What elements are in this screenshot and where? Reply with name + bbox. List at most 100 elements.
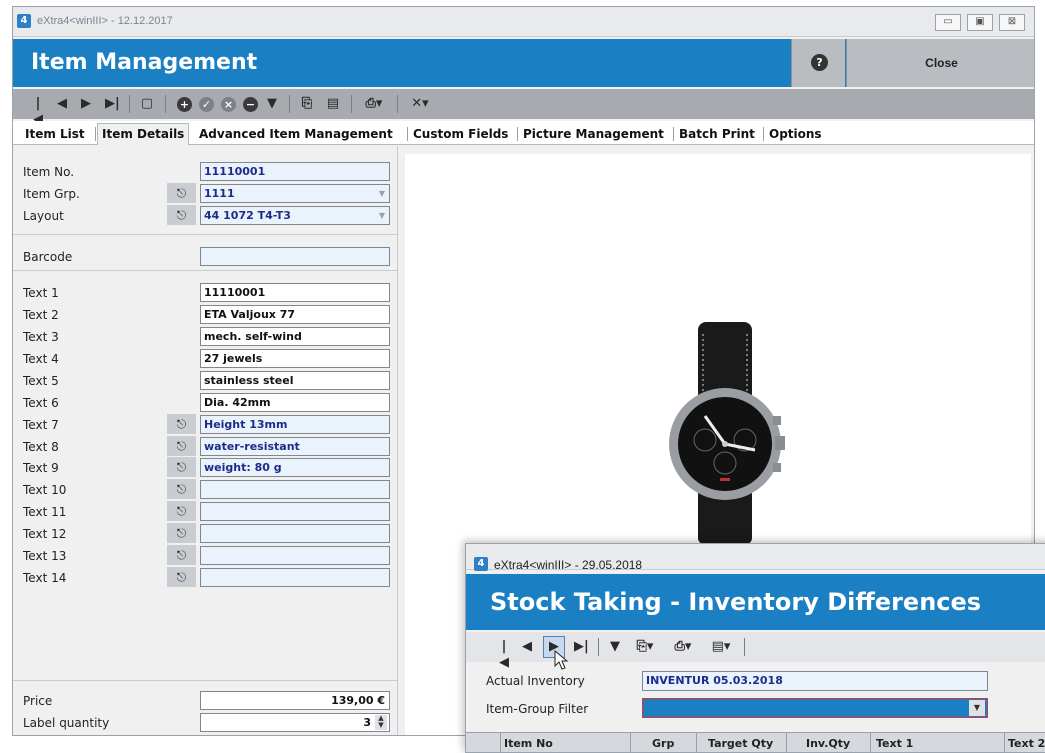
price-label: Price <box>23 694 53 708</box>
mouse-cursor-icon <box>554 650 569 670</box>
text-9-label: Text 9 <box>23 461 59 475</box>
copy-icon[interactable]: ⎘▾ <box>632 639 658 655</box>
last-record-icon[interactable]: ▶| <box>574 639 589 655</box>
delete-icon[interactable]: − <box>243 97 258 112</box>
lookup-icon[interactable]: ⎋ <box>167 414 196 434</box>
layout-label: Layout <box>23 209 64 223</box>
barcode-field[interactable] <box>200 247 390 266</box>
tab-separator <box>517 127 518 141</box>
copy-icon[interactable]: ⎘ <box>299 96 315 112</box>
actual-inventory-field[interactable]: INVENTUR 05.03.2018 <box>642 671 988 691</box>
text-12-field[interactable] <box>200 524 390 543</box>
column-header-inv-qty[interactable]: Inv.Qty <box>806 737 850 750</box>
cancel-icon[interactable]: × <box>221 97 236 112</box>
close-button[interactable]: Close <box>846 39 1034 87</box>
text-14-field[interactable] <box>200 568 390 587</box>
lookup-icon[interactable]: ⎋ <box>167 479 196 499</box>
spinner-arrows-icon[interactable]: ▲ ▼ <box>375 715 387 730</box>
lookup-icon[interactable]: ⎋ <box>167 457 196 477</box>
text-13-label: Text 13 <box>23 549 67 563</box>
filter-icon[interactable]: ▼ <box>265 96 279 112</box>
item-details-panel: Item No. 11110001 Item Grp. ⎋ 1111 ▼ Layo… <box>13 146 398 735</box>
tab-item-details[interactable]: Item Details <box>97 123 190 145</box>
paste-icon[interactable]: ▤ <box>325 96 341 112</box>
toolbar-separator <box>744 638 745 656</box>
text-10-field[interactable] <box>200 480 390 499</box>
lookup-icon[interactable]: ⎋ <box>167 183 196 203</box>
label-quantity-stepper[interactable]: 3 ▲ ▼ <box>200 713 390 732</box>
text-7-field[interactable]: Height 13mm <box>200 415 390 434</box>
item-no-field[interactable]: 11110001 <box>200 162 390 181</box>
filter-icon[interactable]: ▼ <box>608 639 622 655</box>
header-bar: Item Management ? Close <box>13 39 1034 87</box>
text-10-label: Text 10 <box>23 483 67 497</box>
text-13-field[interactable] <box>200 546 390 565</box>
tab-custom-fields[interactable]: Custom Fields <box>413 127 508 141</box>
question-icon: ? <box>811 54 828 71</box>
toolbar-separator <box>129 95 130 113</box>
chevron-down-icon[interactable]: ▼ <box>969 700 985 716</box>
close-window-button[interactable]: ⊠ <box>999 14 1025 31</box>
text-5-label: Text 5 <box>23 374 59 388</box>
form-view-icon[interactable]: ▢ <box>139 96 155 112</box>
maximize-button[interactable]: ▣ <box>967 14 993 31</box>
text-1-label: Text 1 <box>23 286 59 300</box>
column-separator <box>500 733 501 752</box>
lookup-icon[interactable]: ⎋ <box>167 501 196 521</box>
tab-batch-print[interactable]: Batch Print <box>679 127 755 141</box>
toolbar-separator <box>598 638 599 656</box>
toolbar-separator <box>165 95 166 113</box>
column-header-item-no[interactable]: Item No <box>504 737 553 750</box>
previous-record-icon[interactable]: ◀ <box>57 96 67 112</box>
item-grp-select[interactable]: 1111 ▼ <box>200 184 390 203</box>
column-header-grp[interactable]: Grp <box>652 737 674 750</box>
text-1-field[interactable]: 11110001 <box>200 283 390 302</box>
text-11-field[interactable] <box>200 502 390 521</box>
confirm-icon[interactable]: ✓ <box>199 97 214 112</box>
text-5-field[interactable]: stainless steel <box>200 371 390 390</box>
text-8-field[interactable]: water-resistant <box>200 437 390 456</box>
lookup-icon[interactable]: ⎋ <box>167 545 196 565</box>
column-header-target-qty[interactable]: Target Qty <box>708 737 773 750</box>
first-record-icon[interactable]: |◀ <box>498 639 510 670</box>
item-group-filter-select[interactable]: ▼ <box>642 698 988 718</box>
text-2-label: Text 2 <box>23 308 59 322</box>
header-bar: Stock Taking - Inventory Differences <box>466 574 1045 630</box>
text-2-field[interactable]: ETA Valjoux 77 <box>200 305 390 324</box>
chevron-down-icon: ▼ <box>378 211 385 220</box>
lookup-icon[interactable]: ⎋ <box>167 567 196 587</box>
app-logo-icon: 4 <box>474 557 488 571</box>
text-4-field[interactable]: 27 jewels <box>200 349 390 368</box>
tools-icon[interactable]: ✕▾ <box>407 96 433 112</box>
help-button[interactable]: ? <box>791 39 845 87</box>
print-icon[interactable]: ⎙▾ <box>361 96 387 112</box>
text-9-field[interactable]: weight: 80 g <box>200 458 390 477</box>
text-6-field[interactable]: Dia. 42mm <box>200 393 390 412</box>
barcode-label: Barcode <box>23 250 73 264</box>
last-record-icon[interactable]: ▶| <box>105 96 120 112</box>
lookup-icon[interactable]: ⎋ <box>167 205 196 225</box>
title-bar: 4 eXtra4<winIII> - 12.12.2017 ▭ ▣ ⊠ <box>13 7 1034 37</box>
next-record-icon[interactable]: ▶ <box>81 96 91 112</box>
tab-advanced-item-management[interactable]: Advanced Item Management <box>199 127 393 141</box>
price-field[interactable]: 139,00 € <box>200 691 390 710</box>
text-8-label: Text 8 <box>23 440 59 454</box>
tab-options[interactable]: Options <box>769 127 822 141</box>
layout-select[interactable]: 44 1072 T4-T3 ▼ <box>200 206 390 225</box>
lookup-icon[interactable]: ⎋ <box>167 523 196 543</box>
print-icon[interactable]: ⎙▾ <box>670 639 696 655</box>
column-header-text-1[interactable]: Text 1 <box>876 737 913 750</box>
tab-separator <box>407 127 408 141</box>
text-3-field[interactable]: mech. self-wind <box>200 327 390 346</box>
pdf-export-icon[interactable]: ▤▾ <box>708 639 734 655</box>
column-separator <box>1004 733 1005 752</box>
minimize-button[interactable]: ▭ <box>935 14 961 31</box>
layout-value: 44 1072 T4-T3 <box>204 209 291 222</box>
column-header-text-2[interactable]: Text 2 <box>1008 737 1045 750</box>
tab-item-list[interactable]: Item List <box>25 127 85 141</box>
tab-picture-management[interactable]: Picture Management <box>523 127 664 141</box>
add-icon[interactable]: + <box>177 97 192 112</box>
first-record-icon[interactable]: |◀ <box>33 96 43 127</box>
previous-record-icon[interactable]: ◀ <box>522 639 532 655</box>
lookup-icon[interactable]: ⎋ <box>167 436 196 456</box>
